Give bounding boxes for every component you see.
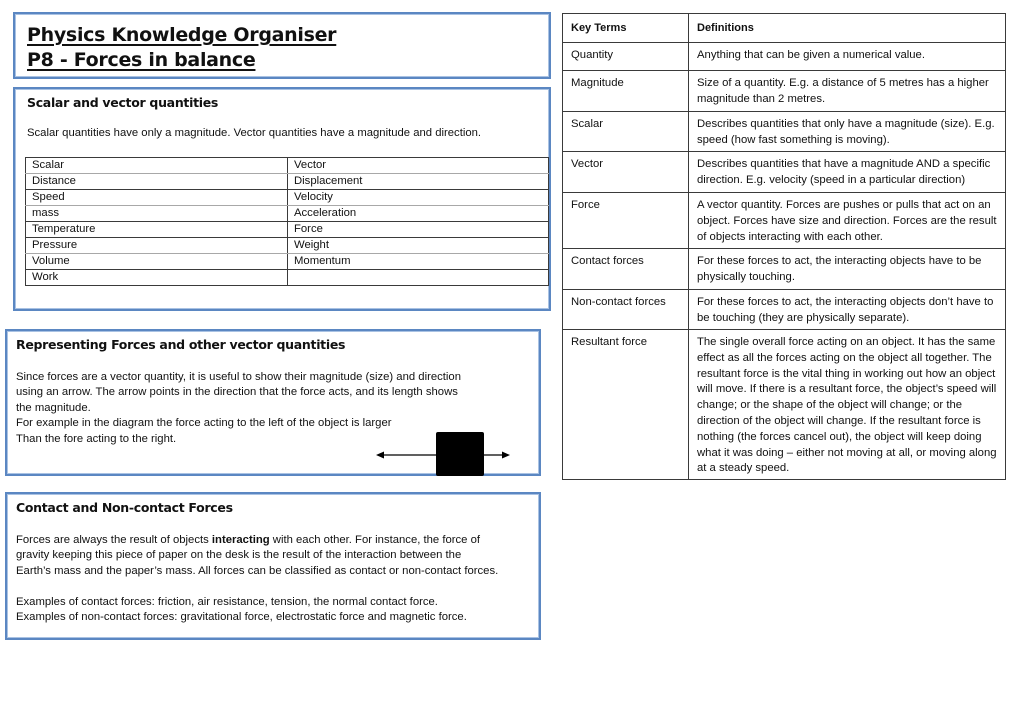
contact-examples: Examples of contact forces: friction, ai…: [16, 595, 438, 608]
vector-cell: Momentum: [287, 253, 549, 270]
scalar-vector-table: Scalar Vector Distance Displacement Spee…: [25, 157, 549, 286]
force-diagram: [376, 432, 510, 476]
key-term-row: Contact forces For these forces to act, …: [562, 248, 1006, 290]
term-cell: Quantity: [562, 42, 689, 71]
header-key-terms: Key Terms: [562, 13, 689, 43]
scalar-cell: Work: [25, 269, 288, 286]
term-cell: Non-contact forces: [562, 289, 689, 330]
emphasis-interacting: interacting: [211, 534, 270, 546]
term-cell: Force: [562, 192, 689, 249]
term-cell: Scalar: [562, 111, 689, 152]
section-heading-contact: Contact and Non-contact Forces: [16, 500, 233, 515]
key-terms-header-row: Key Terms Definitions: [562, 13, 1006, 43]
definition-cell: Describes quantities that only have a ma…: [688, 111, 1006, 152]
vector-cell: Force: [287, 221, 549, 238]
body-line: the magnitude.: [16, 401, 91, 414]
noncontact-examples: Examples of non-contact forces: gravitat…: [16, 611, 467, 624]
body-line: Earth’s mass and the paper’s mass. All f…: [16, 564, 499, 577]
left-force-arrow: [376, 451, 436, 459]
text-run: Forces are always the result of objects: [16, 534, 212, 546]
key-term-row: Magnitude Size of a quantity. E.g. a dis…: [562, 70, 1006, 112]
table-row: Work: [25, 269, 549, 286]
scalar-cell: mass: [25, 205, 288, 222]
header-definitions: Definitions: [688, 13, 1006, 43]
vector-cell: Weight: [287, 237, 549, 254]
definition-cell: For these forces to act, the interacting…: [688, 248, 1006, 290]
term-cell: Magnitude: [562, 70, 689, 112]
table-header-scalar: Scalar: [25, 157, 288, 174]
contact-forces-panel: Contact and Non-contact Forces Forces ar…: [5, 492, 541, 640]
section-heading-scalar-vector: Scalar and vector quantities: [27, 95, 219, 110]
page-subtitle: P8 - Forces in balance: [27, 49, 256, 71]
definition-cell: Describes quantities that have a magnitu…: [688, 151, 1006, 193]
table-row: Volume Momentum: [25, 253, 549, 270]
table-row: Pressure Weight: [25, 237, 549, 254]
vector-cell: [287, 269, 549, 286]
scalar-cell: Temperature: [25, 221, 288, 238]
table-row: Speed Velocity: [25, 189, 549, 206]
object-block: [436, 432, 484, 476]
right-force-arrow: [484, 451, 510, 459]
table-row: Distance Displacement: [25, 173, 549, 190]
definition-cell: The single overall force acting on an ob…: [688, 329, 1006, 480]
body-line: Forces are always the result of objects …: [16, 533, 498, 548]
term-cell: Resultant force: [562, 329, 689, 480]
scalar-cell: Volume: [25, 253, 288, 270]
key-term-row: Non-contact forces For these forces to a…: [562, 289, 1006, 330]
table-row: mass Acceleration: [25, 205, 549, 222]
term-cell: Contact forces: [562, 248, 689, 290]
body-line: using an arrow. The arrow points in the …: [16, 386, 458, 399]
table-row: Temperature Force: [25, 221, 549, 238]
vector-cell: Displacement: [287, 173, 549, 190]
definition-cell: A vector quantity. Forces are pushes or …: [688, 192, 1006, 249]
section-heading-representing: Representing Forces and other vector qua…: [16, 337, 346, 352]
vector-cell: Velocity: [287, 189, 549, 206]
key-term-row: Vector Describes quantities that have a …: [562, 151, 1006, 193]
definition-cell: Anything that can be given a numerical v…: [688, 42, 1006, 71]
vector-cell: Acceleration: [287, 205, 549, 222]
term-cell: Vector: [562, 151, 689, 193]
table-header-row: Scalar Vector: [25, 157, 549, 174]
intro-text: Scalar quantities have only a magnitude.…: [27, 127, 482, 139]
page-title: Physics Knowledge Organiser: [27, 24, 337, 46]
definition-cell: For these forces to act, the interacting…: [688, 289, 1006, 330]
body-line: Since forces are a vector quantity, it i…: [16, 371, 461, 383]
key-term-row: Force A vector quantity. Forces are push…: [562, 192, 1006, 249]
key-term-row: Quantity Anything that can be given a nu…: [562, 42, 1006, 71]
definition-cell: Size of a quantity. E.g. a distance of 5…: [688, 70, 1006, 112]
scalar-vector-intro: Scalar quantities have only a magnitude.…: [27, 126, 481, 141]
contact-body: Forces are always the result of objects …: [16, 533, 498, 625]
key-terms-table: Key Terms Definitions Quantity Anything …: [562, 13, 1006, 480]
key-term-row: Resultant force The single overall force…: [562, 329, 1006, 480]
key-term-row: Scalar Describes quantities that only ha…: [562, 111, 1006, 152]
table-header-vector: Vector: [287, 157, 549, 174]
scalar-cell: Pressure: [25, 237, 288, 254]
body-line: gravity keeping this piece of paper on t…: [16, 549, 462, 562]
scalar-cell: Speed: [25, 189, 288, 206]
title-panel: Physics Knowledge Organiser P8 - Forces …: [13, 12, 551, 79]
scalar-cell: Distance: [25, 173, 288, 190]
text-run: with each other. For instance, the force…: [269, 534, 481, 546]
